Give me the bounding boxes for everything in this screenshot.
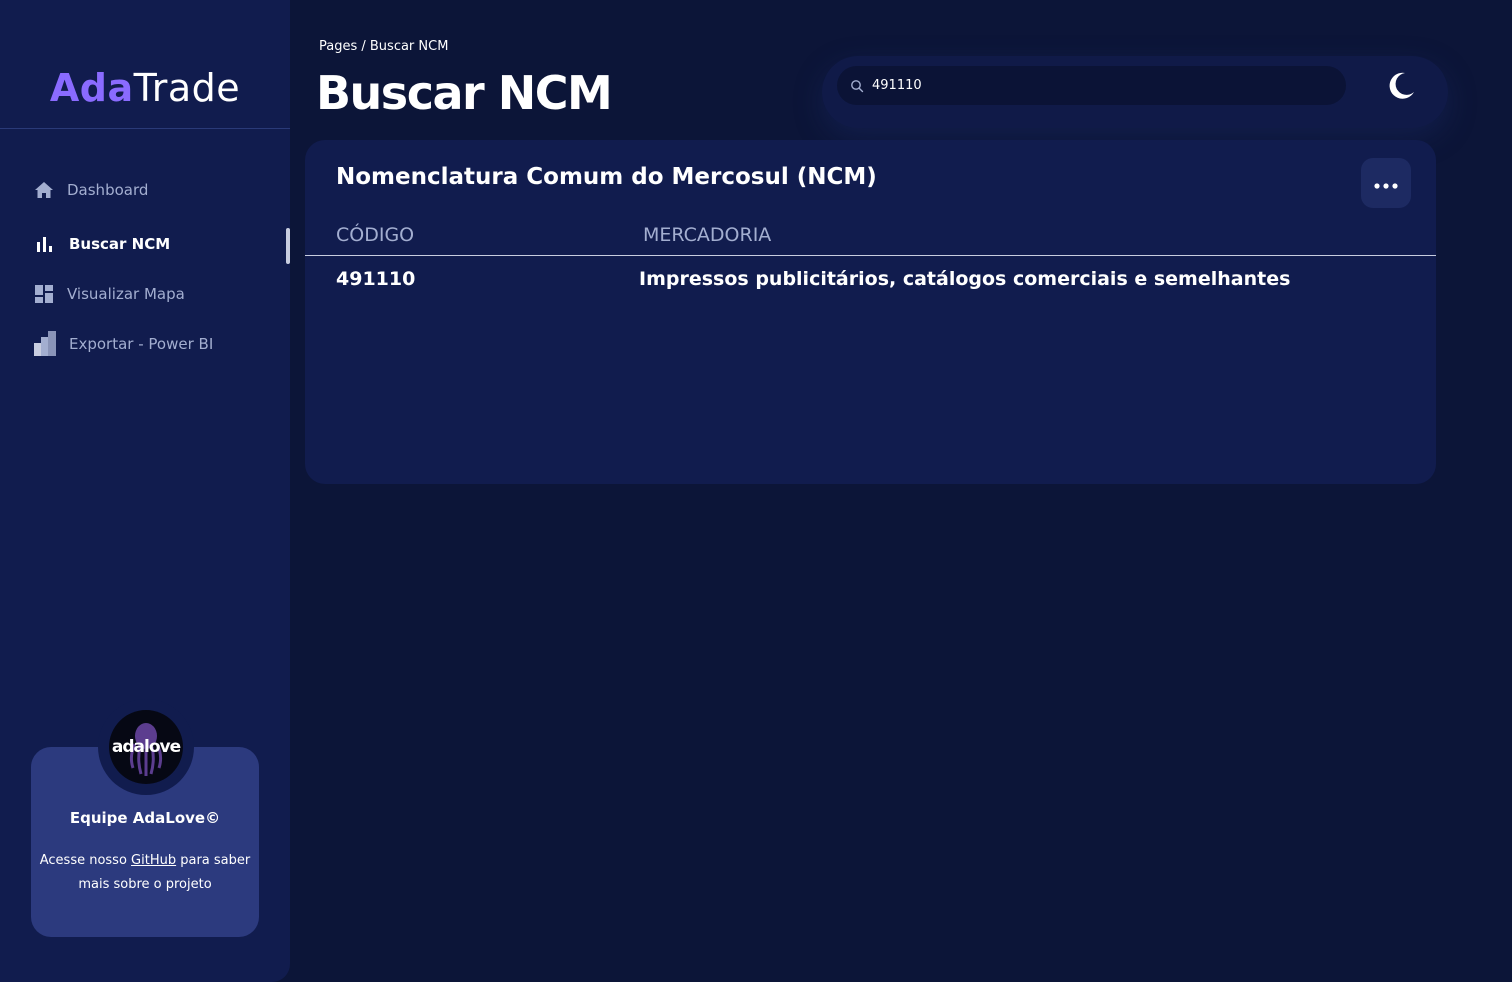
promo-text: Acesse nosso GitHub para saber mais sobr…: [39, 849, 251, 897]
moon-icon[interactable]: [1385, 70, 1417, 102]
sidebar-item-label: Exportar - Power BI: [69, 335, 214, 353]
brand-part-trade: Trade: [133, 66, 241, 110]
search-icon: [850, 79, 864, 93]
brand-logo[interactable]: AdaTrade: [0, 66, 290, 110]
search-field[interactable]: [837, 66, 1346, 105]
breadcrumb[interactable]: Pages / Buscar NCM: [319, 39, 448, 54]
column-header-mercadoria: MERCADORIA: [643, 224, 772, 246]
promo-text-before: Acesse nosso: [39, 853, 132, 868]
sidebar-item-label: Visualizar Mapa: [67, 285, 185, 303]
bar-chart-icon: [33, 233, 55, 255]
brand-part-ada: Ada: [49, 66, 134, 110]
sidebar-item-label: Buscar NCM: [69, 235, 171, 253]
sidebar-item-dashboard[interactable]: Dashboard: [33, 177, 148, 203]
promo-title: Equipe AdaLove©: [69, 809, 221, 827]
sidebar-item-buscar-ncm[interactable]: Buscar NCM: [33, 231, 170, 257]
sidebar-item-label: Dashboard: [67, 181, 149, 199]
adalove-logo: adalove: [109, 710, 183, 784]
cell-codigo: 491110: [336, 268, 416, 290]
home-icon: [33, 179, 55, 201]
power-bi-icon: [33, 331, 57, 357]
card-menu-button[interactable]: [1361, 158, 1411, 208]
ncm-card: Nomenclatura Comum do Mercosul (NCM) CÓD…: [305, 140, 1436, 484]
sidebar-item-visualizar-mapa[interactable]: Visualizar Mapa: [33, 281, 185, 307]
cell-mercadoria: Impressos publicitários, catálogos comer…: [639, 268, 1291, 290]
adalove-logo-text: adalove: [111, 737, 181, 757]
active-indicator: [286, 228, 290, 264]
dashboard-grid-icon: [33, 283, 55, 305]
table-header-divider: [305, 255, 1436, 256]
card-title: Nomenclatura Comum do Mercosul (NCM): [336, 164, 877, 190]
page-title: Buscar NCM: [316, 66, 613, 120]
column-header-codigo: CÓDIGO: [336, 224, 415, 246]
more-horizontal-icon: [1374, 174, 1398, 193]
top-bar: [822, 56, 1448, 128]
search-input[interactable]: [872, 78, 1312, 93]
github-link[interactable]: GitHub: [131, 853, 176, 868]
sidebar-item-exportar-power-bi[interactable]: Exportar - Power BI: [33, 331, 213, 357]
sidebar: AdaTrade Dashboard Buscar NCM Visualizar…: [0, 0, 290, 982]
sidebar-divider: [0, 128, 290, 129]
